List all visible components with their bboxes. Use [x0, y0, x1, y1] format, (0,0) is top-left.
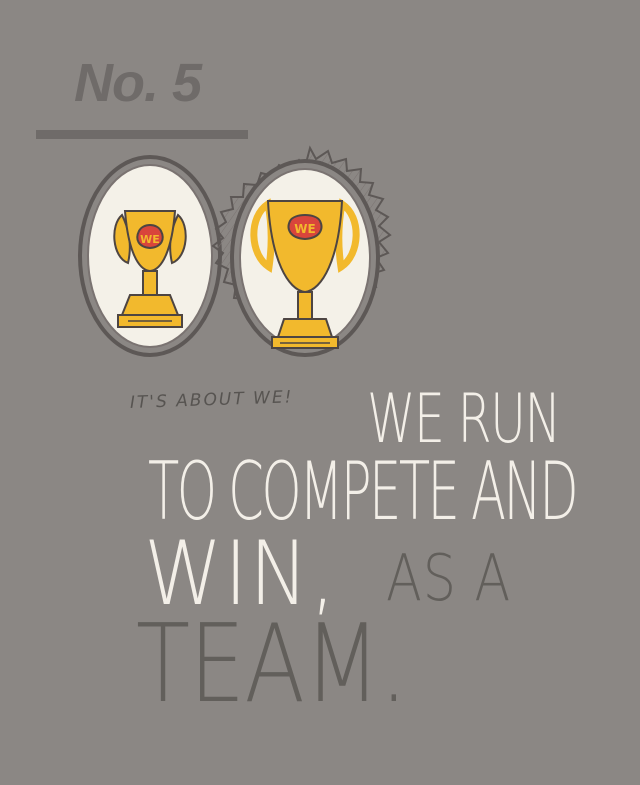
- poster: No. 5 WE WE IT'S ABOUT WE! WE RUN TO COM…: [0, 0, 640, 785]
- number-label: No. 5: [74, 53, 202, 113]
- left-trophy-badge: WE: [140, 233, 160, 246]
- right-trophy-badge: WE: [294, 222, 315, 236]
- headline-line-2: TO COMPETE AND: [148, 445, 579, 538]
- handwritten-note: IT'S ABOUT WE!: [129, 387, 294, 413]
- trophy-illustration: WE WE: [78, 145, 392, 357]
- number-rule: [36, 130, 248, 139]
- headline-line-1: WE RUN: [367, 380, 561, 459]
- headline-line-4: TEAM.: [136, 602, 408, 727]
